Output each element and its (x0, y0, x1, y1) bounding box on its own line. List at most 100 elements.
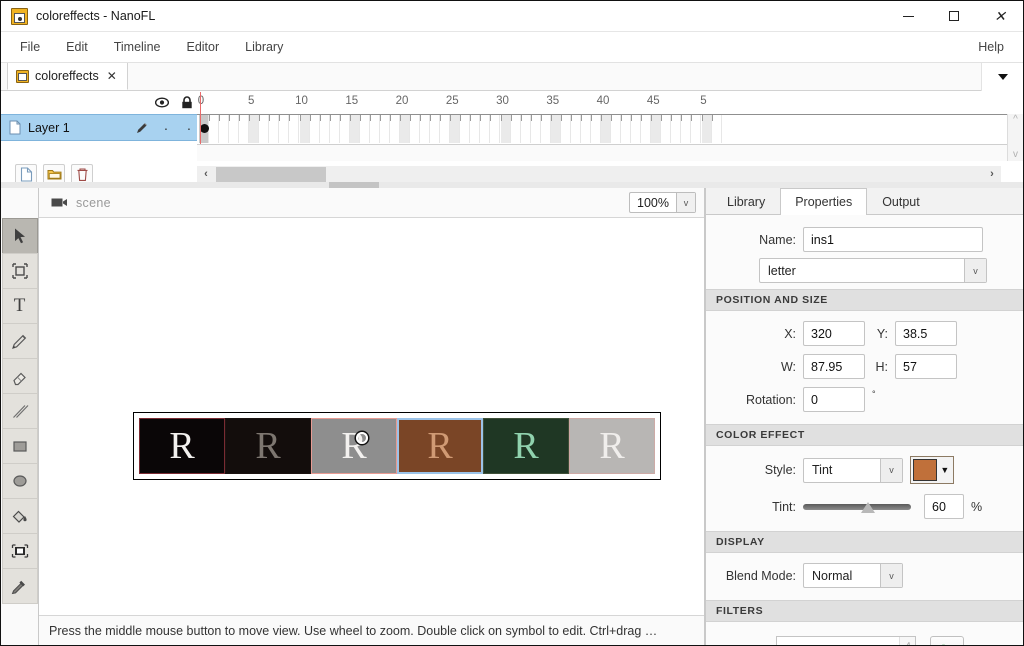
x-input[interactable]: 320 (803, 321, 865, 346)
menu-editor[interactable]: Editor (173, 36, 232, 58)
tint-value-input[interactable]: 60 (924, 494, 964, 519)
frame-cell[interactable] (712, 115, 722, 143)
frame-cell[interactable] (671, 115, 682, 143)
chevron-down-icon[interactable]: v (676, 193, 695, 212)
chevron-up-icon[interactable]: ^ (1013, 115, 1018, 125)
playhead[interactable] (200, 92, 201, 144)
eyedropper-tool[interactable] (1, 568, 38, 604)
frame-cell[interactable] (340, 115, 350, 143)
frame-cell[interactable] (621, 115, 632, 143)
tint-slider[interactable] (803, 498, 911, 516)
symbol-instance-tile[interactable]: R (311, 418, 397, 474)
frame-cell[interactable] (681, 115, 692, 143)
timeline-vertical-scrollbar[interactable]: ^ v (1007, 114, 1023, 161)
delete-layer-button[interactable] (71, 164, 93, 184)
frame-cell[interactable] (480, 115, 491, 143)
menu-timeline[interactable]: Timeline (101, 36, 174, 58)
chevron-down-icon[interactable]: v (1013, 150, 1018, 160)
new-layer-button[interactable] (15, 164, 37, 184)
frame-cell[interactable] (299, 115, 310, 143)
timeline-horizontal-scrollbar[interactable]: ‹ › (197, 165, 1001, 183)
tab-properties[interactable]: Properties (780, 188, 868, 215)
frame-cell[interactable] (370, 115, 380, 143)
frame-cell[interactable] (249, 115, 260, 143)
frame-cell[interactable] (651, 115, 662, 143)
menu-library[interactable]: Library (232, 36, 296, 58)
frame-cell[interactable] (410, 115, 421, 143)
frame-cell[interactable] (541, 115, 551, 143)
frame-cell[interactable] (289, 115, 300, 143)
rectangle-tool[interactable] (1, 428, 38, 464)
tab-output[interactable]: Output (867, 188, 935, 214)
frame-cell[interactable] (349, 115, 360, 143)
frame-cell[interactable] (400, 115, 411, 143)
maximize-button[interactable] (931, 1, 977, 32)
frame-cell[interactable] (420, 115, 431, 143)
frame-cell[interactable] (561, 115, 571, 143)
new-folder-button[interactable] (43, 164, 65, 184)
frame-cell[interactable] (279, 115, 290, 143)
frame-cell[interactable] (611, 115, 622, 143)
tab-overflow-button[interactable] (981, 63, 1023, 91)
frame-cell[interactable] (490, 115, 501, 143)
symbol-instance-tile[interactable]: R (483, 418, 569, 474)
frame-cell[interactable] (591, 115, 601, 143)
scroll-left-icon[interactable]: ‹ (198, 168, 214, 180)
frame-cell[interactable] (531, 115, 541, 143)
style-select[interactable]: Tint v (803, 457, 903, 483)
chevron-down-icon[interactable]: v (880, 458, 902, 482)
symbol-instance-group[interactable]: RRRRRR (133, 412, 661, 480)
layer-visibility-dot[interactable]: · (158, 121, 174, 135)
frame-cell[interactable] (209, 115, 220, 143)
symbol-instance-tile[interactable]: R (397, 418, 483, 474)
splitter-grip[interactable] (329, 182, 379, 188)
frame-cell[interactable] (521, 115, 531, 143)
pencil-icon[interactable] (133, 121, 151, 135)
frame-cell[interactable] (460, 115, 471, 143)
chevron-down-icon[interactable]: ▼ (939, 465, 951, 475)
line-tool[interactable] (1, 393, 38, 429)
h-input[interactable]: 57 (895, 354, 957, 379)
blend-mode-select[interactable]: Normal v (803, 563, 903, 588)
tint-slider-thumb[interactable] (860, 501, 875, 513)
frame-cell[interactable] (511, 115, 521, 143)
frame-cell[interactable] (330, 115, 340, 143)
frames-grid[interactable] (197, 92, 1023, 161)
canvas-stage[interactable]: RRRRRR (39, 218, 704, 615)
frame-cell[interactable] (259, 115, 270, 143)
symbol-instance-tile[interactable]: R (139, 418, 225, 474)
frame-cell[interactable] (390, 115, 400, 143)
symbol-select[interactable]: letter v (759, 258, 987, 283)
symbol-instance-tile[interactable]: R (569, 418, 655, 474)
document-tab-coloreffects[interactable]: coloreffects ✕ (7, 63, 128, 90)
chevron-up-icon[interactable]: ∧ (904, 640, 911, 645)
layer-lock-dot[interactable]: · (181, 121, 197, 135)
close-button[interactable]: ✕ (977, 1, 1023, 32)
rotation-input[interactable]: 0 (803, 387, 865, 412)
frame-cell[interactable] (581, 115, 591, 143)
frame-cell[interactable] (229, 115, 240, 143)
minimize-button[interactable] (885, 1, 931, 32)
menu-edit[interactable]: Edit (53, 36, 101, 58)
y-input[interactable]: 38.5 (895, 321, 957, 346)
frame-cell[interactable] (641, 115, 652, 143)
layer-row[interactable]: Layer 1 · · (1, 114, 197, 141)
menu-help[interactable]: Help (965, 36, 1017, 58)
free-transform-tool[interactable] (1, 253, 38, 289)
eraser-tool[interactable] (1, 358, 38, 394)
frame-ruler[interactable]: 0 5 10 15 20 25 30 35 40 45 5 (197, 91, 1023, 114)
add-filter-button[interactable]: ▾ (930, 636, 964, 645)
frame-cell[interactable] (550, 115, 561, 143)
frame-cell[interactable] (269, 115, 280, 143)
frame-cell[interactable] (440, 115, 451, 143)
scroll-right-icon[interactable]: › (984, 168, 1000, 180)
chevron-down-icon[interactable]: v (880, 564, 902, 587)
scrollbar-thumb[interactable] (216, 166, 326, 182)
close-icon[interactable]: ✕ (105, 69, 119, 83)
filters-list[interactable]: ∧ ∨ (776, 636, 916, 645)
menu-file[interactable]: File (7, 36, 53, 58)
frame-cell[interactable] (661, 115, 672, 143)
oval-tool[interactable] (1, 463, 38, 499)
frame-cell[interactable] (500, 115, 511, 143)
select-tool[interactable] (1, 218, 38, 254)
